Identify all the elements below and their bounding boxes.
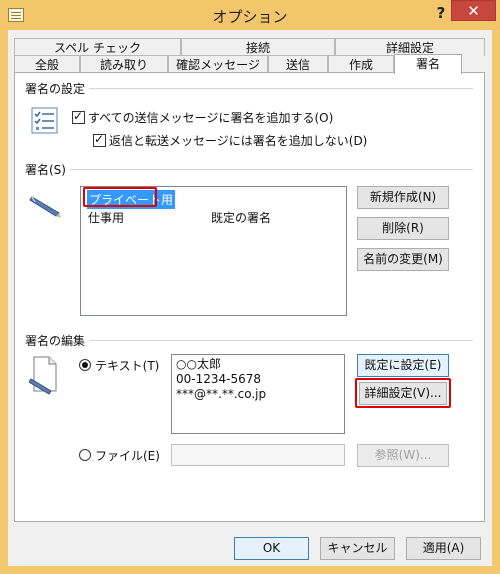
- tab-row-front: 全般 読み取り 確認メッセージ 送信 作成 署名: [14, 54, 485, 74]
- close-button[interactable]: ✕: [451, 0, 496, 21]
- browse-button[interactable]: 参照(W)...: [357, 444, 449, 467]
- file-option-radio[interactable]: [79, 449, 91, 461]
- tab-compose[interactable]: 作成: [328, 55, 394, 73]
- title-bar[interactable]: オプション ? ✕: [0, 0, 500, 30]
- delete-signature-button[interactable]: 削除(R): [357, 217, 449, 240]
- ok-button[interactable]: OK: [234, 537, 309, 560]
- no-reply-forward-checkbox[interactable]: [93, 132, 106, 147]
- edit-signature-heading: 署名の編集: [25, 332, 90, 349]
- divider: [25, 340, 473, 341]
- no-reply-forward-label[interactable]: 返信と転送メッセージには署名を追加しない(D): [109, 132, 367, 149]
- file-path-input[interactable]: [171, 444, 345, 466]
- divider: [25, 169, 473, 170]
- set-default-button[interactable]: 既定に設定(E): [357, 354, 449, 377]
- text-option-radio[interactable]: [79, 359, 91, 371]
- checklist-icon: [31, 107, 58, 134]
- divider: [25, 88, 473, 89]
- tab-send[interactable]: 送信: [268, 55, 328, 73]
- signature-item-work-default: 既定の署名: [211, 211, 272, 225]
- cancel-button[interactable]: キャンセル: [320, 537, 395, 560]
- tab-general[interactable]: 全般: [14, 55, 80, 73]
- new-signature-button[interactable]: 新規作成(N): [357, 186, 449, 209]
- apply-button[interactable]: 適用(A): [406, 537, 481, 560]
- annotation-highlight-advanced: [355, 378, 451, 408]
- signature-settings-heading: 署名の設定: [25, 80, 90, 97]
- text-option-label[interactable]: テキスト(T): [95, 357, 159, 374]
- signature-text-area[interactable]: ○○太郎 00-1234-5678 ***@**.**.co.jp: [171, 354, 345, 434]
- annotation-highlight-private: [83, 187, 157, 207]
- window-title: オプション: [212, 8, 288, 26]
- add-signature-all-checkbox[interactable]: [72, 109, 85, 124]
- tab-read[interactable]: 読み取り: [80, 55, 168, 73]
- options-window: オプション ? ✕ スペル チェック 接続 詳細設定 全般 読み取り 確認メッセ…: [0, 0, 500, 574]
- tab-spell-check[interactable]: スペル チェック: [14, 38, 181, 56]
- signature-text-line: ○○太郎: [176, 357, 221, 371]
- dialog-client-area: スペル チェック 接続 詳細設定 全般 読み取り 確認メッセージ 送信 作成 署…: [8, 30, 492, 566]
- tab-connection[interactable]: 接続: [181, 38, 335, 56]
- signature-text-line: ***@**.**.co.jp: [176, 387, 267, 401]
- signatures-heading: 署名(S): [25, 161, 70, 178]
- add-signature-all-label[interactable]: すべての送信メッセージに署名を追加する(O): [88, 109, 333, 126]
- tab-receipts[interactable]: 確認メッセージ: [168, 55, 268, 73]
- tab-signatures[interactable]: 署名: [394, 54, 462, 74]
- signatures-panel: 署名の設定 すべての送信メッセージに署名を追加する(O) 返信と転送メッセージに…: [14, 72, 485, 522]
- rename-signature-button[interactable]: 名前の変更(M): [357, 248, 449, 271]
- file-option-label[interactable]: ファイル(E): [95, 447, 160, 464]
- signature-text-line: 00-1234-5678: [176, 372, 262, 386]
- signature-item-work[interactable]: 仕事用: [88, 209, 124, 226]
- document-pen-icon: [29, 356, 57, 395]
- pen-icon: [29, 196, 61, 218]
